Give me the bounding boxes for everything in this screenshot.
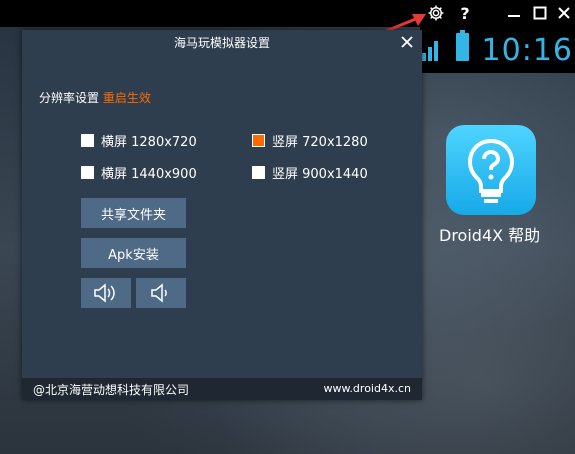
settings-dialog: 海马玩模拟器设置 分辨率设置 重启生效 横屏 1280x720 竖屏 720x1… (22, 30, 422, 400)
option-landscape-1440x900[interactable]: 横屏 1440x900 (81, 163, 197, 182)
app-label-droid4x-help[interactable]: Droid4X 帮助 (430, 222, 569, 246)
option-label: 竖屏 900x1440 (272, 167, 368, 182)
option-label: 竖屏 720x1280 (272, 135, 368, 150)
restart-note: 重启生效 (102, 91, 151, 105)
volume-down-button[interactable] (136, 278, 186, 308)
checkbox[interactable] (81, 166, 94, 179)
checkbox-checked[interactable] (252, 134, 265, 147)
dialog-footer: @北京海营动想科技有限公司 www.droid4x.cn (22, 378, 422, 400)
option-label: 横屏 1280x720 (101, 135, 197, 150)
resolution-heading-label: 分辨率设置 (39, 91, 100, 105)
close-icon[interactable] (553, 2, 575, 24)
copyright-text: @北京海营动想科技有限公司 (33, 383, 190, 397)
maximize-icon[interactable] (529, 2, 551, 24)
help-button[interactable]: ? (454, 2, 476, 24)
option-label: 横屏 1440x900 (101, 167, 197, 182)
status-clock: 10:16 (481, 33, 573, 68)
option-portrait-900x1440[interactable]: 竖屏 900x1440 (252, 163, 368, 182)
checkbox[interactable] (81, 134, 94, 147)
signal-icon (422, 41, 438, 61)
apk-install-button[interactable]: Apk安装 (81, 238, 186, 268)
dialog-title: 海马玩模拟器设置 (173, 36, 270, 50)
minimize-icon[interactable] (503, 2, 525, 24)
volume-down-icon (151, 283, 167, 303)
checkbox[interactable] (252, 166, 265, 179)
title-bar: ? (0, 0, 575, 27)
volume-up-icon (94, 283, 115, 303)
resolution-heading: 分辨率设置 重启生效 (39, 89, 151, 106)
android-status-bar: 10:16 (420, 27, 575, 73)
volume-up-button[interactable] (81, 278, 131, 308)
shared-folder-button[interactable]: 共享文件夹 (81, 198, 186, 228)
dialog-close-button[interactable] (398, 33, 416, 51)
close-icon (401, 36, 413, 48)
help-bulb-icon[interactable] (446, 125, 536, 215)
option-portrait-720x1280[interactable]: 竖屏 720x1280 (252, 131, 368, 150)
website-link[interactable]: www.droid4x.cn (323, 382, 411, 395)
option-landscape-1280x720[interactable]: 横屏 1280x720 (81, 131, 197, 150)
battery-icon (456, 30, 469, 61)
